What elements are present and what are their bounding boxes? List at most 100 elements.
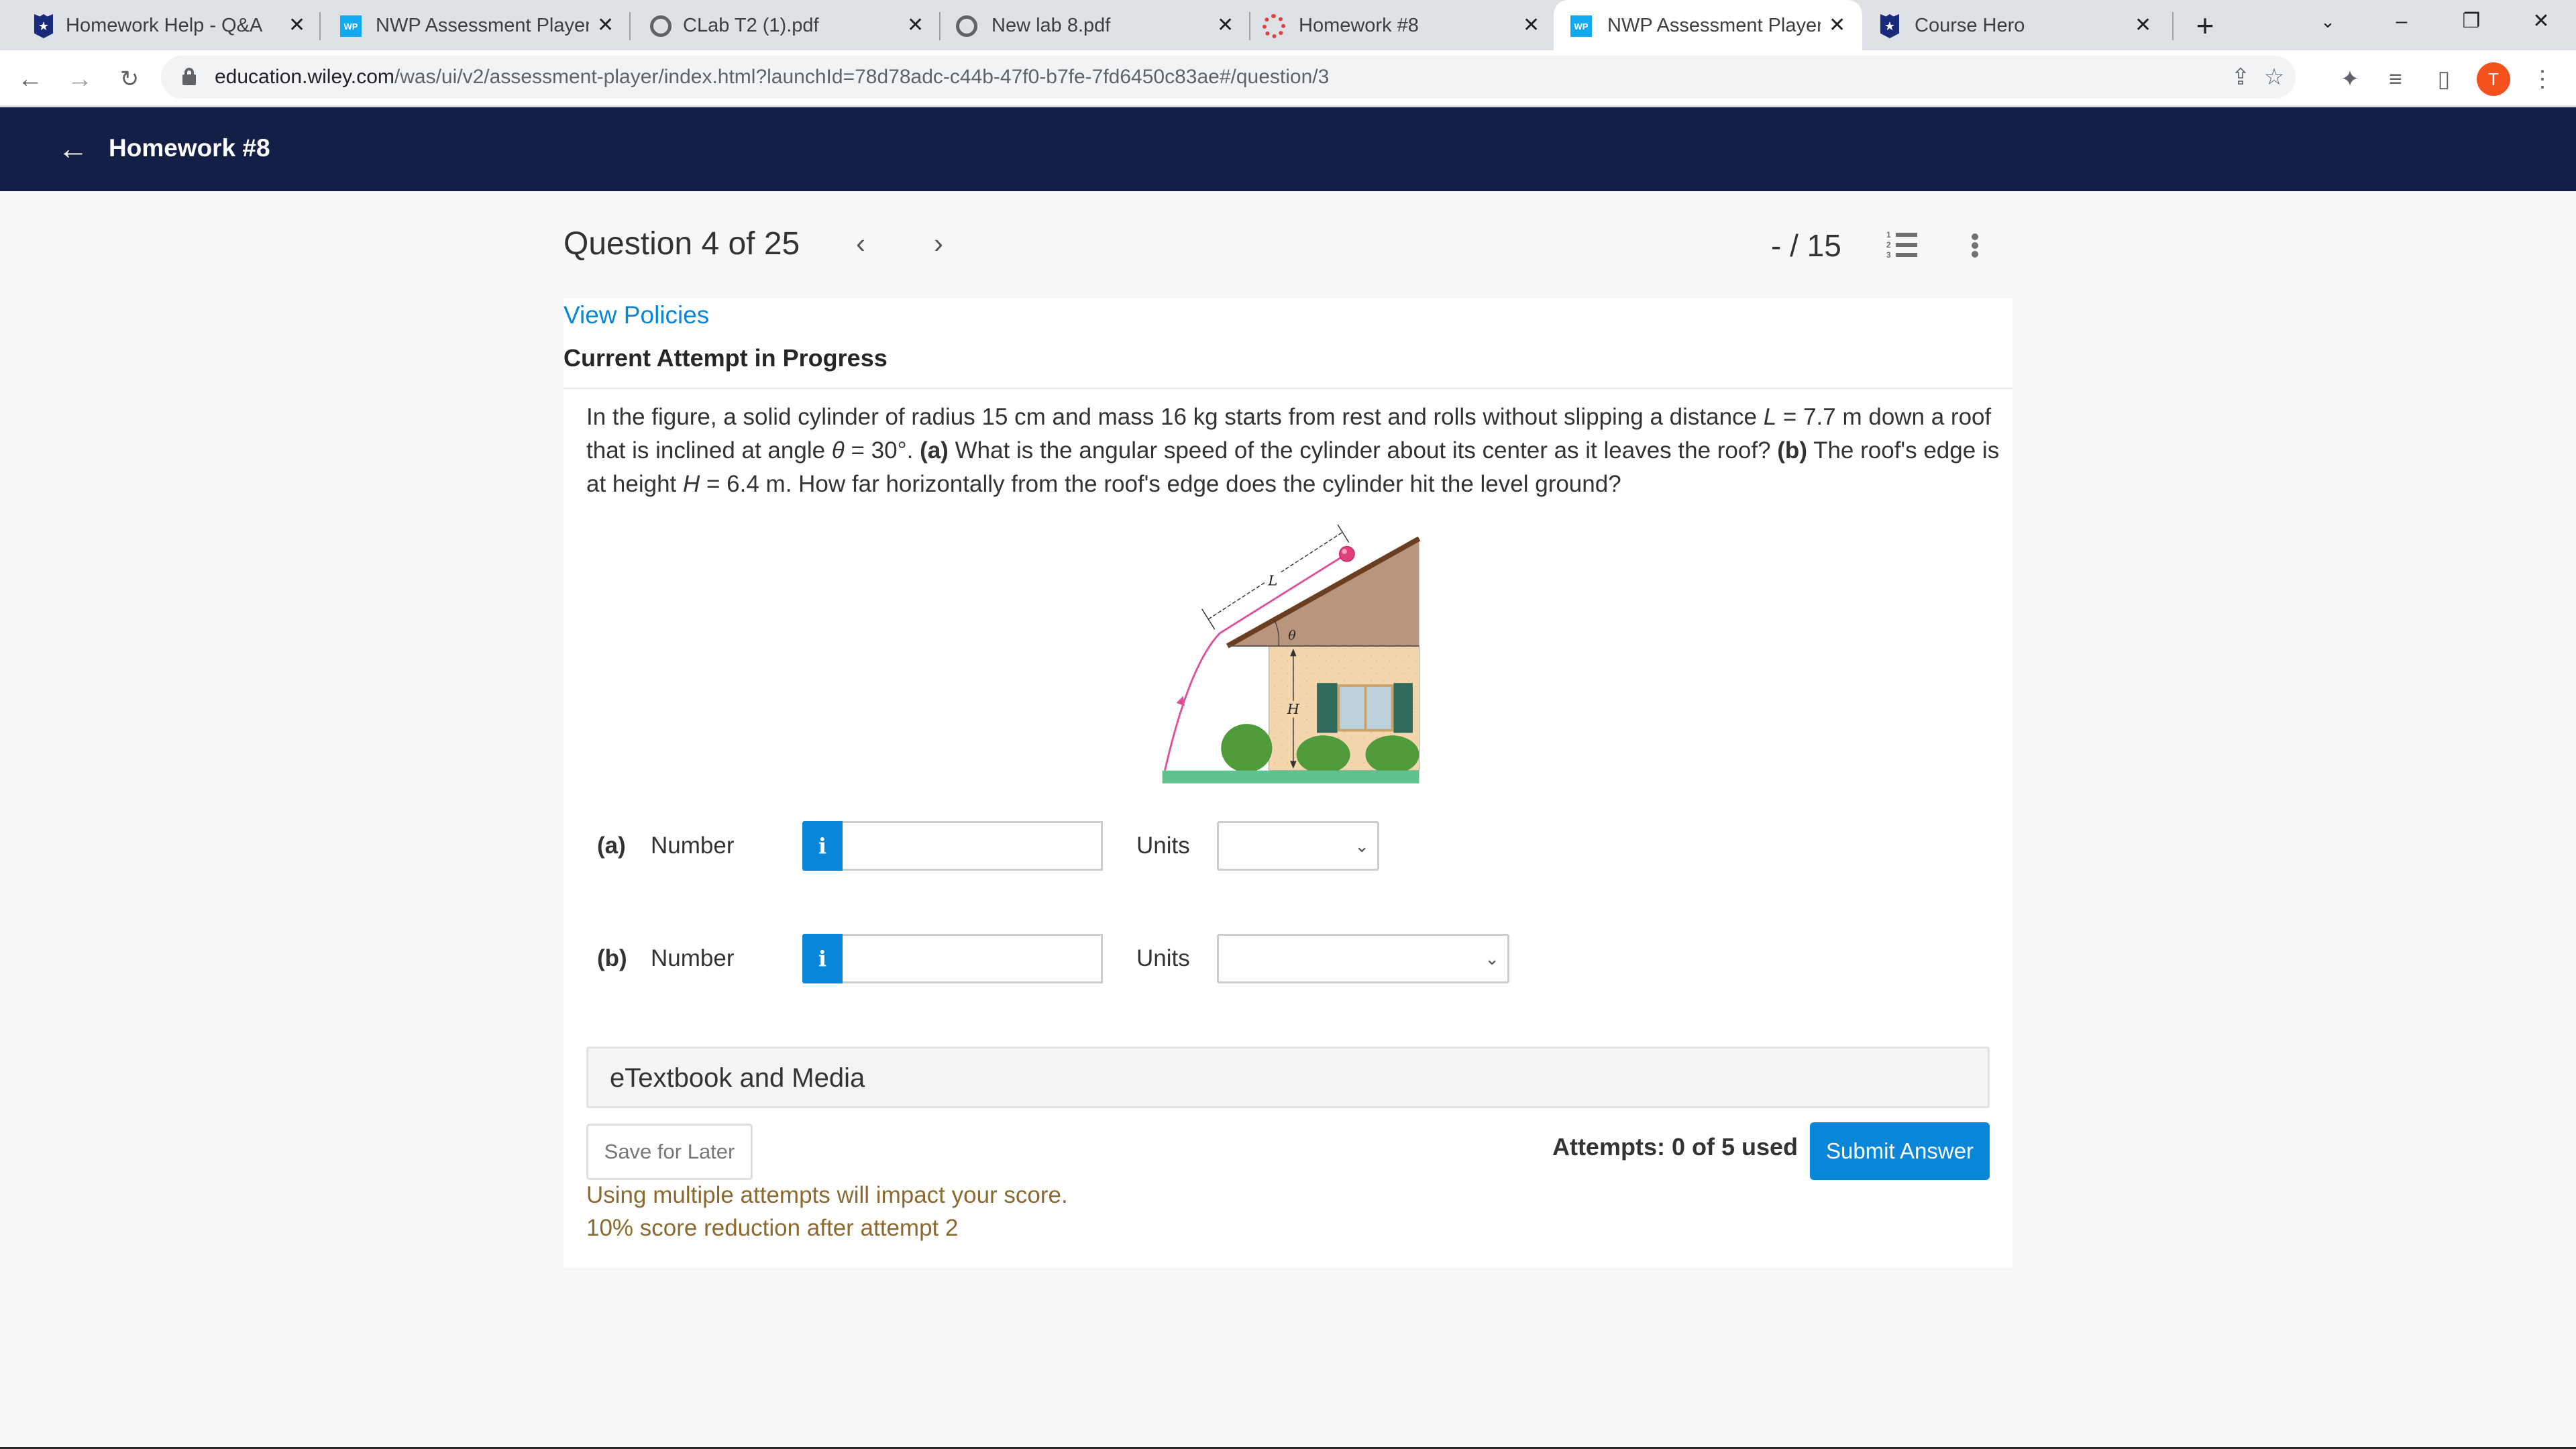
globe-icon bbox=[955, 15, 978, 38]
tab-nwp-assessment-1[interactable]: WP NWP Assessment Player U ✕ bbox=[322, 0, 631, 50]
close-tab-icon[interactable]: ✕ bbox=[907, 13, 924, 38]
tab-separator bbox=[2172, 12, 2174, 40]
wp-icon: WP bbox=[1570, 15, 1593, 38]
chevron-down-icon: ⌄ bbox=[1354, 836, 1369, 856]
number-label: Number bbox=[651, 945, 735, 971]
close-tab-icon[interactable]: ✕ bbox=[2135, 13, 2151, 38]
tab-title: Homework #8 bbox=[1299, 15, 1419, 36]
divider bbox=[564, 388, 2012, 389]
chevron-down-icon: ⌄ bbox=[1485, 949, 1499, 969]
info-icon[interactable]: i bbox=[802, 934, 843, 983]
units-label: Units bbox=[1136, 833, 1190, 859]
window-shutter-left bbox=[1317, 683, 1338, 733]
etextbook-media-panel[interactable]: eTextbook and Media bbox=[586, 1046, 1990, 1108]
number-input-a[interactable] bbox=[843, 821, 1103, 871]
course-hero-icon: ★ bbox=[1878, 14, 1901, 38]
attempt-status: Current Attempt in Progress bbox=[564, 344, 888, 372]
browser-window: ★ Homework Help - Q&A fro ✕ WP NWP Asses… bbox=[0, 0, 2576, 1449]
label-H: H bbox=[1287, 701, 1300, 717]
number-input-b[interactable] bbox=[843, 934, 1103, 983]
forward-icon[interactable]: → bbox=[63, 62, 97, 96]
url-domain: education.wiley.com bbox=[215, 66, 394, 88]
back-icon[interactable]: ← bbox=[13, 62, 47, 96]
question-text: In the figure, a solid cylinder of radiu… bbox=[586, 404, 2000, 497]
reload-icon[interactable]: ↻ bbox=[113, 62, 146, 96]
tab-title: NWP Assessment Player U bbox=[376, 15, 589, 36]
lock-icon bbox=[182, 68, 196, 85]
bush bbox=[1365, 735, 1419, 774]
tab-title: CLab T2 (1).pdf bbox=[683, 15, 819, 36]
canvas-icon bbox=[1263, 14, 1285, 38]
attempts-count: Attempts: 0 of 5 used bbox=[1552, 1133, 1798, 1161]
side-panel-icon[interactable]: ▯ bbox=[2427, 62, 2461, 96]
label-theta: θ bbox=[1288, 628, 1296, 643]
url-text[interactable]: education.wiley.com/was/ui/v2/assessment… bbox=[215, 64, 1329, 90]
address-bar[interactable]: education.wiley.com/was/ui/v2/assessment… bbox=[161, 56, 2296, 99]
submit-answer-button[interactable]: Submit Answer bbox=[1810, 1122, 1990, 1180]
tab-title: Homework Help - Q&A fro bbox=[66, 15, 267, 36]
score-reduction-note: 10% score reduction after attempt 2 bbox=[586, 1215, 959, 1241]
part-label: (a) bbox=[597, 833, 626, 859]
close-tab-icon[interactable]: ✕ bbox=[288, 13, 305, 38]
part-label: (b) bbox=[597, 945, 627, 971]
bush bbox=[1221, 724, 1273, 773]
back-arrow-icon[interactable]: ← bbox=[58, 131, 91, 165]
tab-title: Course Hero bbox=[1915, 15, 2025, 36]
tab-homework-help[interactable]: ★ Homework Help - Q&A fro ✕ bbox=[0, 0, 321, 50]
units-select-b[interactable]: ⌄ bbox=[1217, 934, 1509, 983]
close-tab-icon[interactable]: ✕ bbox=[597, 13, 614, 38]
tab-strip: ★ Homework Help - Q&A fro ✕ WP NWP Asses… bbox=[0, 0, 2576, 50]
assignment-title[interactable]: Homework #8 bbox=[109, 131, 270, 165]
new-tab-button[interactable]: + bbox=[2188, 7, 2222, 44]
close-tab-icon[interactable]: ✕ bbox=[1829, 13, 1845, 38]
tab-new-lab-pdf[interactable]: New lab 8.pdf ✕ bbox=[941, 0, 1250, 50]
close-tab-icon[interactable]: ✕ bbox=[1217, 13, 1234, 38]
next-question-button[interactable]: › bbox=[922, 227, 955, 260]
minimize-icon[interactable]: – bbox=[2381, 8, 2422, 35]
question-card: View Policies Current Attempt in Progres… bbox=[564, 299, 2012, 1268]
url-path: /was/ui/v2/assessment-player/index.html?… bbox=[394, 66, 1330, 88]
question-list-icon[interactable]: 1 2 3 bbox=[1886, 231, 1920, 260]
question-score: - / 15 bbox=[1771, 228, 1841, 263]
ground bbox=[1162, 770, 1419, 784]
tab-separator bbox=[319, 12, 321, 40]
answer-row-a: (a) Number i Units ⌄ bbox=[597, 821, 1603, 871]
profile-avatar[interactable]: T bbox=[2477, 62, 2510, 96]
tab-clab-pdf[interactable]: CLab T2 (1).pdf ✕ bbox=[631, 0, 941, 50]
wp-icon: WP bbox=[339, 15, 362, 38]
tab-homework-8[interactable]: Homework #8 ✕ bbox=[1250, 0, 1552, 50]
view-policies-link[interactable]: View Policies bbox=[564, 299, 709, 332]
attempts-warning: Using multiple attempts will impact your… bbox=[586, 1182, 1068, 1208]
save-for-later-button[interactable]: Save for Later bbox=[586, 1124, 753, 1180]
problem-figure: H θ L bbox=[1162, 525, 1421, 784]
close-window-icon[interactable]: ✕ bbox=[2521, 8, 2561, 35]
media-control-icon[interactable]: ≡ bbox=[2379, 62, 2412, 96]
tab-title: NWP Assessment Player U bbox=[1607, 15, 1821, 36]
number-label: Number bbox=[651, 833, 735, 859]
more-options-icon[interactable] bbox=[1962, 231, 1989, 260]
units-select-a[interactable]: ⌄ bbox=[1217, 821, 1379, 871]
browser-menu-icon[interactable]: ⋮ bbox=[2526, 62, 2559, 96]
answer-row-b: (b) Number i Units ⌄ bbox=[597, 934, 1603, 983]
tab-course-hero[interactable]: ★ Course Hero ✕ bbox=[1864, 0, 2174, 50]
tab-title: New lab 8.pdf bbox=[991, 15, 1111, 36]
globe-icon bbox=[649, 15, 672, 38]
question-counter: Question 4 of 25 bbox=[564, 226, 800, 262]
bookmark-star-icon[interactable]: ☆ bbox=[2259, 62, 2289, 92]
window-shutter-right bbox=[1393, 683, 1413, 733]
tab-search-icon[interactable]: ⌄ bbox=[2308, 8, 2348, 35]
etextbook-label: eTextbook and Media bbox=[610, 1063, 865, 1093]
cylinder bbox=[1338, 545, 1355, 562]
share-icon[interactable]: ⇪ bbox=[2226, 62, 2255, 92]
app-header: ← Homework #8 bbox=[0, 107, 2576, 191]
label-L: L bbox=[1267, 572, 1277, 588]
browser-toolbar: ← → ↻ education.wiley.com/was/ui/v2/asse… bbox=[0, 50, 2576, 107]
tab-nwp-assessment-active[interactable]: WP NWP Assessment Player U ✕ bbox=[1554, 0, 1862, 50]
close-tab-icon[interactable]: ✕ bbox=[1523, 13, 1540, 38]
restore-icon[interactable]: ❐ bbox=[2451, 8, 2491, 35]
extensions-puzzle-icon[interactable]: ✦ bbox=[2333, 62, 2367, 96]
info-icon[interactable]: i bbox=[802, 821, 843, 871]
bush bbox=[1296, 735, 1350, 774]
previous-question-button[interactable]: ‹ bbox=[844, 227, 877, 260]
units-label: Units bbox=[1136, 945, 1190, 971]
